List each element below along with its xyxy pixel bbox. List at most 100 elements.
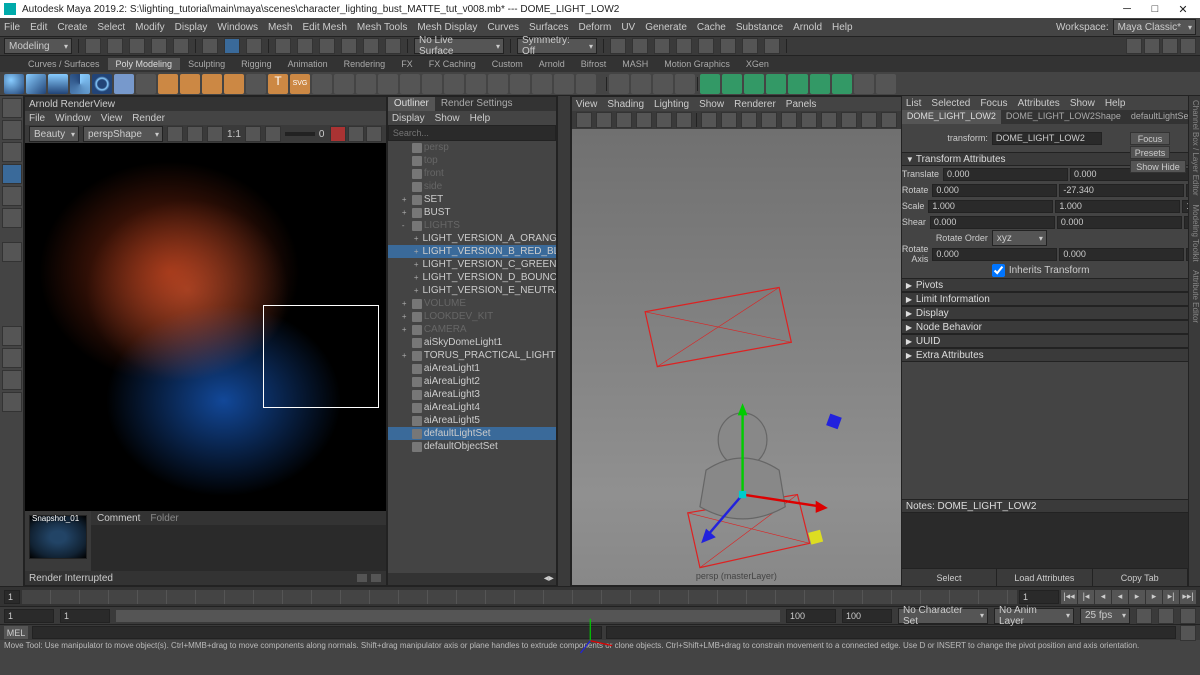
viewport-image-icon[interactable] [616,112,632,128]
step-forward-key-button[interactable]: ▸| [1163,590,1179,604]
window-minimize-button[interactable]: ─ [1114,1,1140,17]
ae-side-presets[interactable]: Presets [1130,146,1170,159]
animlayer-dropdown[interactable]: No Anim Layer [994,608,1074,624]
shelftab-xgen[interactable]: XGen [738,58,777,70]
outliner-node[interactable]: -LIGHTS [388,219,556,232]
shelf-platonics-icon[interactable] [158,74,178,94]
ae-sx-input[interactable] [928,200,1053,213]
modeling-toolkit-toggle-icon[interactable] [1180,38,1196,54]
ae-menu-focus[interactable]: Focus [980,98,1007,109]
play-forward-button[interactable]: ▸ [1129,590,1145,604]
menu-curves[interactable]: Curves [487,22,519,33]
renderview-stats-icon[interactable] [370,573,382,583]
shelf-tool-icon[interactable] [700,74,720,94]
outliner-node[interactable]: +LOOKDEV_KIT [388,310,556,323]
shelf-cube-icon[interactable] [26,74,46,94]
mel-label[interactable]: MEL [4,626,28,639]
outliner-node[interactable]: +LIGHT_VERSION_A_ORANGE_TEAL [388,232,556,245]
outliner-node[interactable]: side [388,180,556,193]
menu-edit[interactable]: Edit [30,22,47,33]
ae-loadattr-button[interactable]: Load Attributes [997,569,1092,586]
renderview-menu-render[interactable]: Render [132,113,165,124]
shelf-tool-icon[interactable] [810,74,830,94]
render-current-icon[interactable] [610,38,626,54]
outliner-tab[interactable]: Outliner [388,97,435,111]
shelf-tool-icon[interactable] [788,74,808,94]
current-frame-field[interactable] [1019,590,1059,604]
outliner-menu-show[interactable]: Show [435,113,460,124]
menu-arnold[interactable]: Arnold [793,22,822,33]
outliner-search-input[interactable] [388,125,556,141]
snap-plane-icon[interactable] [341,38,357,54]
playback-start-input[interactable] [60,609,110,623]
charset-dropdown[interactable]: No Character Set [898,608,988,624]
outliner-node[interactable]: +BUST [388,206,556,219]
menu-meshtools[interactable]: Mesh Tools [357,22,407,33]
node-editor-strip[interactable] [557,96,571,586]
ae-inherits-checkbox[interactable] [992,264,1005,277]
renderview-crop-icon[interactable] [167,126,183,142]
menu-file[interactable]: File [4,22,20,33]
renderview-refresh-icon[interactable] [366,126,382,142]
layout-four[interactable] [2,348,22,368]
current-frame-left[interactable] [4,590,20,604]
renderview-option-icon[interactable] [245,126,261,142]
shelf-poly-icon[interactable] [554,74,574,94]
shelf-poly-icon[interactable] [532,74,552,94]
renderview-menu-window[interactable]: Window [55,113,91,124]
viewport-menu-renderer[interactable]: Renderer [734,99,776,110]
outliner-node[interactable]: aiAreaLight3 [388,388,556,401]
outliner-node[interactable]: +LIGHT_VERSION_C_GREEN_BLUE [388,258,556,271]
menu-meshdisplay[interactable]: Mesh Display [417,22,477,33]
menu-mesh[interactable]: Mesh [268,22,292,33]
snap-curve-icon[interactable] [297,38,313,54]
shelf-tool-icon[interactable] [675,74,695,94]
save-scene-icon[interactable] [129,38,145,54]
viewport-camera-icon[interactable] [576,112,592,128]
shelf-cylinder-icon[interactable] [48,74,68,94]
last-tool[interactable] [2,242,22,262]
step-forward-button[interactable]: ▸ [1146,590,1162,604]
viewport-menu-lighting[interactable]: Lighting [654,99,689,110]
outliner-menu-display[interactable]: Display [392,113,425,124]
ae-notes-area[interactable] [902,513,1188,568]
render-settings-icon[interactable] [654,38,670,54]
light-editor-icon[interactable] [720,38,736,54]
viewport-texture-icon[interactable] [741,112,757,128]
menu-editmesh[interactable]: Edit Mesh [302,22,346,33]
menu-windows[interactable]: Windows [217,22,258,33]
folder-tab[interactable]: Folder [150,513,178,524]
ae-section-uuid[interactable]: ▶UUID [902,334,1188,348]
outliner-node[interactable]: defaultObjectSet [388,440,556,453]
mel-input[interactable] [32,626,602,639]
ae-side-focus[interactable]: Focus [1130,132,1170,145]
hypershade-icon[interactable] [676,38,692,54]
outliner-node[interactable]: front [388,167,556,180]
move-tool[interactable] [2,164,22,184]
anim-prefs-icon[interactable] [1180,608,1196,624]
shelftab-custom[interactable]: Custom [484,58,531,70]
shelftab-arnold[interactable]: Arnold [531,58,573,70]
open-scene-icon[interactable] [107,38,123,54]
ae-section-limits[interactable]: ▶Limit Information [902,292,1188,306]
ae-ry-input[interactable] [1059,184,1184,197]
viewport-menu-view[interactable]: View [576,99,598,110]
shelf-poly-icon[interactable] [356,74,376,94]
viewport-dof-icon[interactable] [841,112,857,128]
shelf-poly-icon[interactable] [576,74,596,94]
outliner-node[interactable]: persp [388,141,556,154]
viewport-bookmark-icon[interactable] [596,112,612,128]
layout-outliner[interactable] [2,392,22,412]
outliner-node[interactable]: aiSkyDomeLight1 [388,336,556,349]
shelftab-rigging[interactable]: Rigging [233,58,280,70]
ae-side-showhide[interactable]: Show Hide [1130,160,1186,173]
right-panel-tabs[interactable]: Channel Box / Layer Editor Modeling Tool… [1188,96,1200,586]
ae-rax-input[interactable] [932,248,1057,261]
shelf-plane-icon[interactable] [114,74,134,94]
menu-select[interactable]: Select [97,22,125,33]
shelf-poly-icon[interactable] [312,74,332,94]
live-surface-dropdown[interactable]: No Live Surface [414,38,504,54]
render-region-box[interactable] [263,305,378,408]
ae-menu-list[interactable]: List [906,98,922,109]
select-by-hierarchy-icon[interactable] [202,38,218,54]
